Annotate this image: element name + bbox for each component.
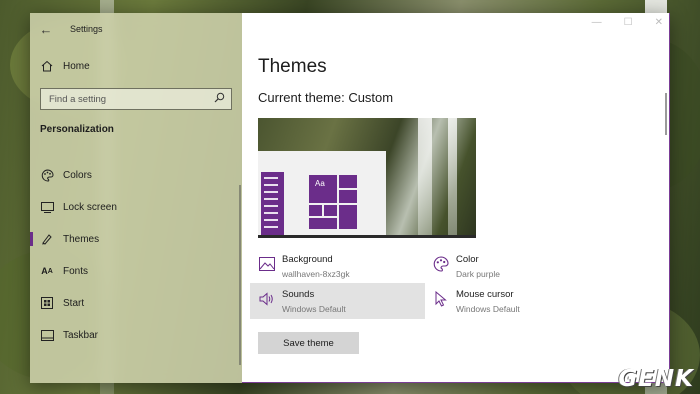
mouse-cursor-value: Windows Default bbox=[456, 304, 520, 314]
preview-tiles: Aa bbox=[308, 174, 358, 230]
background-label: Background bbox=[282, 254, 333, 265]
search-placeholder: Find a setting bbox=[49, 93, 107, 105]
sidebar-nav: Colors Lock screen Themes AA Fonts Start… bbox=[30, 159, 242, 351]
sidebar-item-themes[interactable]: Themes bbox=[30, 223, 242, 255]
genk-watermark-logo: GENK bbox=[618, 366, 694, 392]
preview-tile bbox=[338, 189, 358, 204]
sidebar-item-label: Colors bbox=[63, 169, 92, 181]
sidebar-item-label: Lock screen bbox=[63, 201, 117, 213]
section-title: Personalization bbox=[40, 124, 114, 135]
search-icon[interactable] bbox=[214, 92, 225, 106]
background-value: wallhaven-8xz3gk bbox=[282, 269, 350, 279]
sidebar-item-label: Start bbox=[63, 297, 85, 309]
sidebar-item-start[interactable]: Start bbox=[30, 287, 242, 319]
preview-tile bbox=[338, 174, 358, 189]
preview-waterfall bbox=[418, 118, 432, 238]
sidebar-item-label: Taskbar bbox=[63, 329, 99, 341]
palette-icon bbox=[432, 255, 450, 273]
color-value: Dark purple bbox=[456, 269, 500, 279]
preview-tile bbox=[323, 204, 338, 217]
picture-icon bbox=[258, 255, 276, 273]
sounds-value: Windows Default bbox=[282, 304, 346, 314]
minimize-icon[interactable]: — bbox=[592, 17, 602, 28]
back-arrow-icon[interactable]: ← bbox=[30, 22, 62, 37]
speaker-icon bbox=[258, 290, 276, 308]
start-icon bbox=[40, 296, 54, 310]
sounds-option[interactable]: Sounds Windows Default bbox=[250, 283, 425, 319]
themes-icon bbox=[40, 232, 54, 246]
window-controls: — ☐ ✕ bbox=[592, 17, 663, 28]
preview-tile bbox=[308, 204, 323, 217]
sidebar-item-home[interactable]: Home bbox=[40, 58, 90, 74]
color-option[interactable]: Color Dark purple bbox=[432, 254, 500, 280]
close-icon[interactable]: ✕ bbox=[655, 17, 663, 28]
maximize-icon[interactable]: ☐ bbox=[624, 17, 633, 28]
home-icon bbox=[40, 59, 54, 73]
watermark-text: GENK bbox=[618, 366, 694, 392]
sounds-label: Sounds bbox=[282, 289, 315, 300]
preview-tile bbox=[338, 204, 358, 230]
active-indicator bbox=[30, 232, 33, 246]
fonts-icon: AA bbox=[41, 266, 53, 276]
mouse-pointer-icon bbox=[432, 290, 450, 308]
settings-window: ← Settings Home Find a setting Personali… bbox=[30, 13, 670, 383]
current-theme-heading: Current theme: Custom bbox=[258, 90, 394, 105]
mouse-cursor-option[interactable]: Mouse cursor Windows Default bbox=[432, 289, 520, 315]
themes-page: — ☐ ✕ Themes Current theme: Custom Aa Ba… bbox=[242, 13, 670, 383]
app-title: Settings bbox=[70, 24, 103, 34]
lock-screen-icon bbox=[40, 200, 54, 214]
preview-taskbar bbox=[258, 235, 476, 238]
palette-icon bbox=[40, 168, 54, 182]
title-bar: ← Settings bbox=[30, 13, 242, 45]
content-scrollbar[interactable] bbox=[665, 93, 667, 135]
sidebar-item-fonts[interactable]: AA Fonts bbox=[30, 255, 242, 287]
sidebar-item-label: Themes bbox=[63, 233, 100, 245]
settings-sidebar: ← Settings Home Find a setting Personali… bbox=[30, 13, 242, 383]
save-theme-button[interactable]: Save theme bbox=[258, 332, 359, 354]
sidebar-item-label: Fonts bbox=[63, 265, 89, 277]
sidebar-item-colors[interactable]: Colors bbox=[30, 159, 242, 191]
sidebar-item-label: Home bbox=[63, 60, 90, 72]
sidebar-item-taskbar[interactable]: Taskbar bbox=[30, 319, 242, 351]
preview-tile bbox=[308, 217, 338, 230]
taskbar-icon bbox=[40, 328, 54, 342]
sidebar-item-lock-screen[interactable]: Lock screen bbox=[30, 191, 242, 223]
color-label: Color bbox=[456, 254, 479, 265]
background-option[interactable]: Background wallhaven-8xz3gk bbox=[258, 254, 350, 280]
preview-window: Aa bbox=[258, 151, 386, 237]
search-input[interactable]: Find a setting bbox=[40, 88, 232, 110]
page-title: Themes bbox=[258, 56, 327, 77]
mouse-cursor-label: Mouse cursor bbox=[456, 289, 514, 300]
preview-tile-aa: Aa bbox=[308, 174, 338, 204]
preview-start-menu bbox=[261, 172, 284, 236]
preview-waterfall bbox=[448, 118, 457, 238]
sidebar-scrollbar[interactable] bbox=[239, 185, 241, 365]
theme-preview: Aa bbox=[258, 118, 476, 238]
